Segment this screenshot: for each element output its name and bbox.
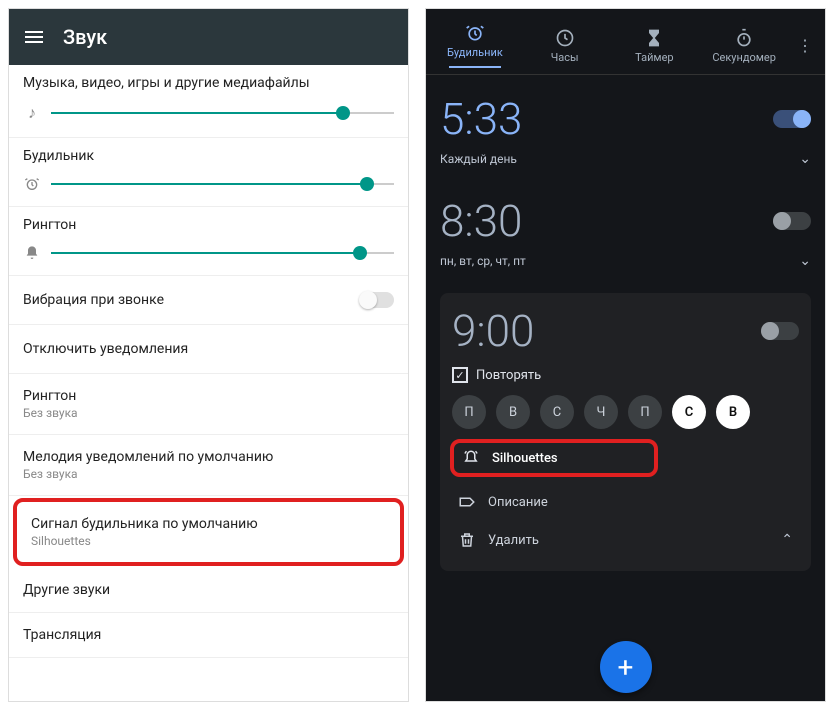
alarm-toggle[interactable] xyxy=(773,110,811,128)
casting-title: Трансляция xyxy=(23,627,394,643)
repeat-row[interactable]: ✓ Повторять xyxy=(452,367,799,383)
alarm-schedule: пн, вт, ср, чт, пт xyxy=(440,254,526,268)
tab-timer[interactable]: Таймер xyxy=(610,22,700,70)
vibration-label: Вибрация при звонке xyxy=(23,292,164,308)
alarm-item[interactable]: 5:33 Каждый день ⌄ xyxy=(440,83,811,185)
slider-track[interactable] xyxy=(51,183,394,185)
slider-label-alarm: Будильник xyxy=(9,138,408,170)
alarm-icon xyxy=(465,23,485,43)
alarm-ringtone-label[interactable]: Silhouettes xyxy=(492,451,558,466)
description-label: Описание xyxy=(488,495,548,510)
default-alarm-signal-row[interactable]: Сигнал будильника по умолчанию Silhouett… xyxy=(17,502,400,562)
add-alarm-button[interactable]: + xyxy=(600,641,652,693)
alarm-signal-title: Сигнал будильника по умолчанию xyxy=(31,516,386,532)
alarm-list: 5:33 Каждый день ⌄ 8:30 пн, вт, ср, чт, … xyxy=(426,75,825,701)
alarm-time[interactable]: 5:33 xyxy=(440,93,522,145)
alarm-item-expanded: 9:00 ✓ Повторять П В С Ч П С В Silhouet xyxy=(440,293,811,571)
notification-melody-row[interactable]: Мелодия уведомлений по умолчанию Без зву… xyxy=(9,435,408,496)
dnd-label: Отключить уведомления xyxy=(23,341,188,357)
alarm-schedule: Каждый день xyxy=(440,152,517,166)
chevron-up-icon[interactable]: ⌃ xyxy=(781,532,793,548)
chevron-down-icon[interactable]: ⌄ xyxy=(799,151,811,167)
menu-icon[interactable] xyxy=(25,31,43,43)
trash-icon xyxy=(458,531,476,549)
tab-bar: Будильник Часы Таймер Секундомер ⋮ xyxy=(426,9,825,75)
appbar: Звук xyxy=(9,9,408,65)
stopwatch-icon xyxy=(734,28,754,48)
tab-clock-label: Часы xyxy=(551,51,579,64)
bell-icon xyxy=(23,245,41,261)
alarm-time[interactable]: 9:00 xyxy=(452,305,534,357)
checkbox-checked-icon[interactable]: ✓ xyxy=(452,367,468,383)
alarm-icon xyxy=(23,176,41,192)
tab-timer-label: Таймер xyxy=(635,51,673,64)
highlight-box: Silhouettes xyxy=(450,439,658,477)
overflow-menu-icon[interactable]: ⋮ xyxy=(789,28,821,63)
ringtone-sub: Без звука xyxy=(23,406,394,420)
dnd-row[interactable]: Отключить уведомления xyxy=(9,325,408,374)
slider-label-ringtone: Рингтон xyxy=(9,207,408,239)
highlight-box: Сигнал будильника по умолчанию Silhouett… xyxy=(13,498,404,566)
alarm-signal-sub: Silhouettes xyxy=(31,534,386,548)
clock-alarm-screen: Будильник Часы Таймер Секундомер ⋮ 5:33 xyxy=(425,8,826,702)
day-chip[interactable]: В xyxy=(496,395,530,429)
repeat-label: Повторять xyxy=(476,368,541,383)
day-chip[interactable]: С xyxy=(672,395,706,429)
alarm-item[interactable]: 8:30 пн, вт, ср, чт, пт ⌄ xyxy=(440,185,811,287)
switch-off[interactable] xyxy=(360,292,394,308)
delete-row[interactable]: Удалить ⌃ xyxy=(452,521,799,559)
day-chip[interactable]: П xyxy=(628,395,662,429)
description-row[interactable]: Описание xyxy=(452,483,799,521)
slider-track[interactable] xyxy=(51,112,394,114)
tab-stopwatch-label: Секундомер xyxy=(712,51,776,64)
day-chip[interactable]: Ч xyxy=(584,395,618,429)
casting-row[interactable]: Трансляция xyxy=(9,613,408,658)
page-title: Звук xyxy=(63,25,107,49)
music-note-icon: ♪ xyxy=(23,103,41,123)
vibration-toggle-row[interactable]: Вибрация при звонке xyxy=(9,276,408,325)
bell-ring-icon xyxy=(462,449,480,467)
tab-alarm[interactable]: Будильник xyxy=(430,17,520,74)
day-chip[interactable]: В xyxy=(716,395,750,429)
ringtone-title: Рингтон xyxy=(23,388,394,404)
clock-icon xyxy=(555,28,575,48)
alarm-toggle[interactable] xyxy=(761,322,799,340)
notif-sub: Без звука xyxy=(23,467,394,481)
other-sounds-title: Другие звуки xyxy=(23,582,394,598)
day-chip[interactable]: П xyxy=(452,395,486,429)
hourglass-icon xyxy=(644,28,664,48)
slider-track[interactable] xyxy=(51,252,394,254)
tab-clock[interactable]: Часы xyxy=(520,22,610,70)
tab-alarm-label: Будильник xyxy=(447,46,503,59)
slider-label-media: Музыка, видео, игры и другие медиафайлы xyxy=(9,65,408,97)
label-icon xyxy=(458,493,476,511)
settings-content: Музыка, видео, игры и другие медиафайлы … xyxy=(9,65,408,701)
delete-label: Удалить xyxy=(488,533,539,548)
alarm-volume-slider[interactable] xyxy=(9,170,408,207)
notif-title: Мелодия уведомлений по умолчанию xyxy=(23,449,394,465)
chevron-down-icon[interactable]: ⌄ xyxy=(799,253,811,269)
alarm-toggle[interactable] xyxy=(773,212,811,230)
ringtone-volume-slider[interactable] xyxy=(9,239,408,276)
day-chip[interactable]: С xyxy=(540,395,574,429)
tab-stopwatch[interactable]: Секундомер xyxy=(699,22,789,70)
other-sounds-row[interactable]: Другие звуки xyxy=(9,568,408,613)
alarm-time[interactable]: 8:30 xyxy=(440,195,522,247)
media-volume-slider[interactable]: ♪ xyxy=(9,97,408,138)
weekday-row: П В С Ч П С В xyxy=(452,395,799,429)
ringtone-row[interactable]: Рингтон Без звука xyxy=(9,374,408,435)
settings-sound-screen: Звук Музыка, видео, игры и другие медиаф… xyxy=(8,8,409,702)
